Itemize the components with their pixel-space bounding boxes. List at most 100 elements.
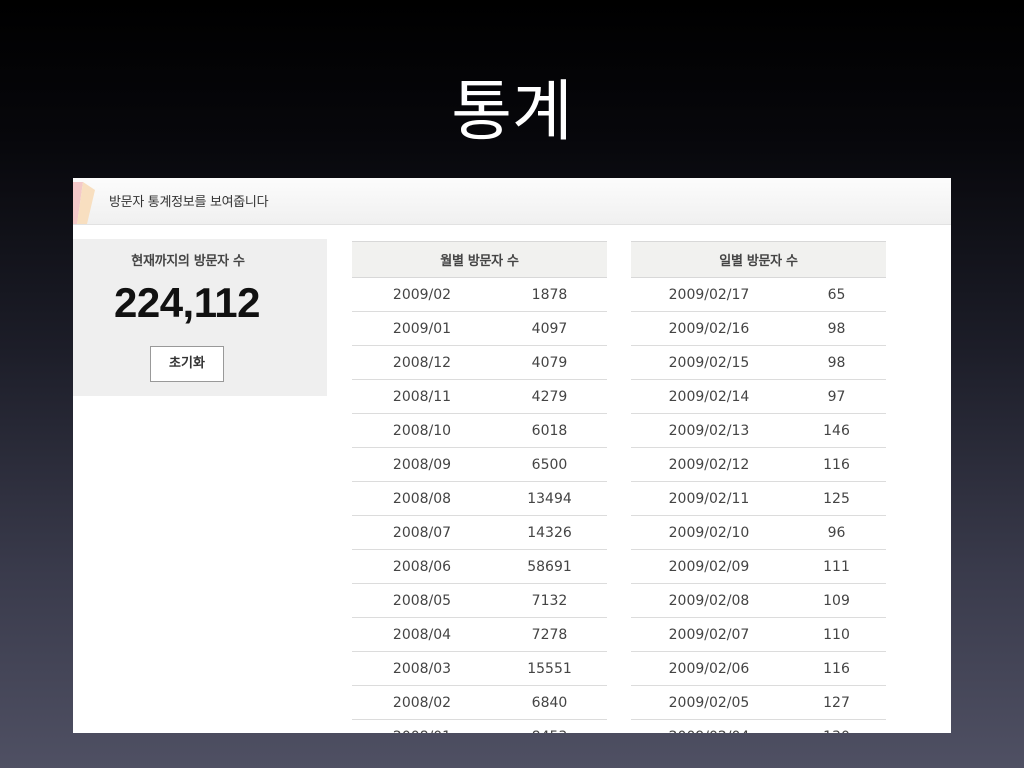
period-cell: 2008/09 xyxy=(352,447,492,482)
daily-visitors-table: 일별 방문자 수 2009/02/17 65 2009/02/16 98 2009/02… xyxy=(631,241,886,733)
table-row: 2009/02/14 97 xyxy=(631,379,886,414)
daily-table-header: 일별 방문자 수 xyxy=(631,241,886,278)
period-cell: 2009/02/09 xyxy=(631,549,787,584)
period-cell: 2008/10 xyxy=(352,413,492,448)
period-cell: 2009/02/14 xyxy=(631,379,787,414)
period-cell: 2008/11 xyxy=(352,379,492,414)
table-row: 2008/12 4079 xyxy=(352,345,607,380)
table-row: 2009/02/06 116 xyxy=(631,651,886,686)
table-row: 2008/08 13494 xyxy=(352,481,607,516)
monthly-table-header: 월별 방문자 수 xyxy=(352,241,607,278)
period-cell: 2008/12 xyxy=(352,345,492,380)
table-header-row: 일별 방문자 수 xyxy=(631,241,886,278)
period-cell: 2009/02/10 xyxy=(631,515,787,550)
table-row: 2009/02/09 111 xyxy=(631,549,886,584)
period-cell: 2009/02/07 xyxy=(631,617,787,652)
period-cell: 2008/07 xyxy=(352,515,492,550)
table-row: 2009/02/07 110 xyxy=(631,617,886,652)
period-cell: 2008/06 xyxy=(352,549,492,584)
period-cell: 2009/02/16 xyxy=(631,311,787,346)
count-cell: 146 xyxy=(787,413,886,448)
reset-button[interactable]: 초기화 xyxy=(150,346,224,382)
table-row: 2008/03 15551 xyxy=(352,651,607,686)
period-cell: 2008/02 xyxy=(352,685,492,720)
period-cell: 2008/03 xyxy=(352,651,492,686)
count-cell: 6018 xyxy=(492,413,607,448)
period-cell: 2008/04 xyxy=(352,617,492,652)
table-row: 2009/02/05 127 xyxy=(631,685,886,720)
count-cell: 111 xyxy=(787,549,886,584)
table-row: 2009/02/04130 xyxy=(631,719,886,733)
period-cell: 2009/02 xyxy=(352,277,492,312)
count-cell: 58691 xyxy=(492,549,607,584)
table-row: 2008/06 58691 xyxy=(352,549,607,584)
table-row: 2008/07 14326 xyxy=(352,515,607,550)
table-row: 2008/10 6018 xyxy=(352,413,607,448)
count-cell: 6500 xyxy=(492,447,607,482)
total-visitors-label: 현재까지의 방문자 수 xyxy=(131,254,245,269)
page-corner-icon xyxy=(73,182,95,224)
count-cell: 7278 xyxy=(492,617,607,652)
count-cell: 130 xyxy=(787,719,886,733)
count-cell: 65 xyxy=(787,277,886,312)
page-header: 방문자 통계정보를 보여줍니다 xyxy=(73,178,951,225)
count-cell: 13494 xyxy=(492,481,607,516)
count-cell: 98 xyxy=(787,345,886,380)
period-cell: 2009/02/12 xyxy=(631,447,787,482)
count-cell: 98 xyxy=(787,311,886,346)
table-row: 2008/018453 xyxy=(352,719,607,733)
count-cell: 4097 xyxy=(492,311,607,346)
period-cell: 2009/02/05 xyxy=(631,685,787,720)
table-row: 2008/09 6500 xyxy=(352,447,607,482)
period-cell: 2008/05 xyxy=(352,583,492,618)
period-cell: 2008/08 xyxy=(352,481,492,516)
count-cell: 15551 xyxy=(492,651,607,686)
table-row: 2009/02/13 146 xyxy=(631,413,886,448)
table-row: 2009/02 1878 xyxy=(352,277,607,312)
count-cell: 125 xyxy=(787,481,886,516)
period-cell: 2009/02/04 xyxy=(631,719,787,733)
count-cell: 4279 xyxy=(492,379,607,414)
table-row: 2009/02/10 96 xyxy=(631,515,886,550)
period-cell: 2009/02/06 xyxy=(631,651,787,686)
count-cell: 110 xyxy=(787,617,886,652)
count-cell: 7132 xyxy=(492,583,607,618)
count-cell: 96 xyxy=(787,515,886,550)
period-cell: 2009/02/17 xyxy=(631,277,787,312)
daily-table-body: 2009/02/17 65 2009/02/16 98 2009/02/15 98 2009… xyxy=(631,277,886,733)
count-cell: 109 xyxy=(787,583,886,618)
period-cell: 2009/02/15 xyxy=(631,345,787,380)
period-cell: 2008/01 xyxy=(352,719,492,733)
count-cell: 1878 xyxy=(492,277,607,312)
monthly-table-body: 2009/02 1878 2009/01 4097 2008/12 4079 2008/11… xyxy=(352,277,607,733)
count-cell: 6840 xyxy=(492,685,607,720)
table-row: 2009/02/16 98 xyxy=(631,311,886,346)
count-cell: 4079 xyxy=(492,345,607,380)
total-visitors-panel: 현재까지의 방문자 수 224,112 초기화 xyxy=(73,239,327,396)
monthly-visitors-table: 월별 방문자 수 2009/02 1878 2009/01 4097 2008/12 40… xyxy=(352,241,607,733)
count-cell: 8453 xyxy=(492,719,607,733)
period-cell: 2009/02/08 xyxy=(631,583,787,618)
count-cell: 97 xyxy=(787,379,886,414)
page-header-text: 방문자 통계정보를 보여줍니다 xyxy=(109,195,269,210)
count-cell: 116 xyxy=(787,447,886,482)
total-visitors-count: 224,112 xyxy=(113,279,261,326)
table-row: 2008/02 6840 xyxy=(352,685,607,720)
period-cell: 2009/02/11 xyxy=(631,481,787,516)
count-cell: 14326 xyxy=(492,515,607,550)
table-row: 2009/02/08 109 xyxy=(631,583,886,618)
period-cell: 2009/02/13 xyxy=(631,413,787,448)
count-cell: 127 xyxy=(787,685,886,720)
table-row: 2008/04 7278 xyxy=(352,617,607,652)
period-cell: 2009/01 xyxy=(352,311,492,346)
table-row: 2008/11 4279 xyxy=(352,379,607,414)
slide-title: 통계 xyxy=(451,73,573,150)
table-row: 2008/05 7132 xyxy=(352,583,607,618)
table-row: 2009/02/15 98 xyxy=(631,345,886,380)
table-row: 2009/02/17 65 xyxy=(631,277,886,312)
table-row: 2009/02/11 125 xyxy=(631,481,886,516)
table-row: 2009/02/12 116 xyxy=(631,447,886,482)
table-header-row: 월별 방문자 수 xyxy=(352,241,607,278)
table-row: 2009/01 4097 xyxy=(352,311,607,346)
stats-screenshot: 방문자 통계정보를 보여줍니다 현재까지의 방문자 수 224,112 초기화 … xyxy=(73,178,951,733)
